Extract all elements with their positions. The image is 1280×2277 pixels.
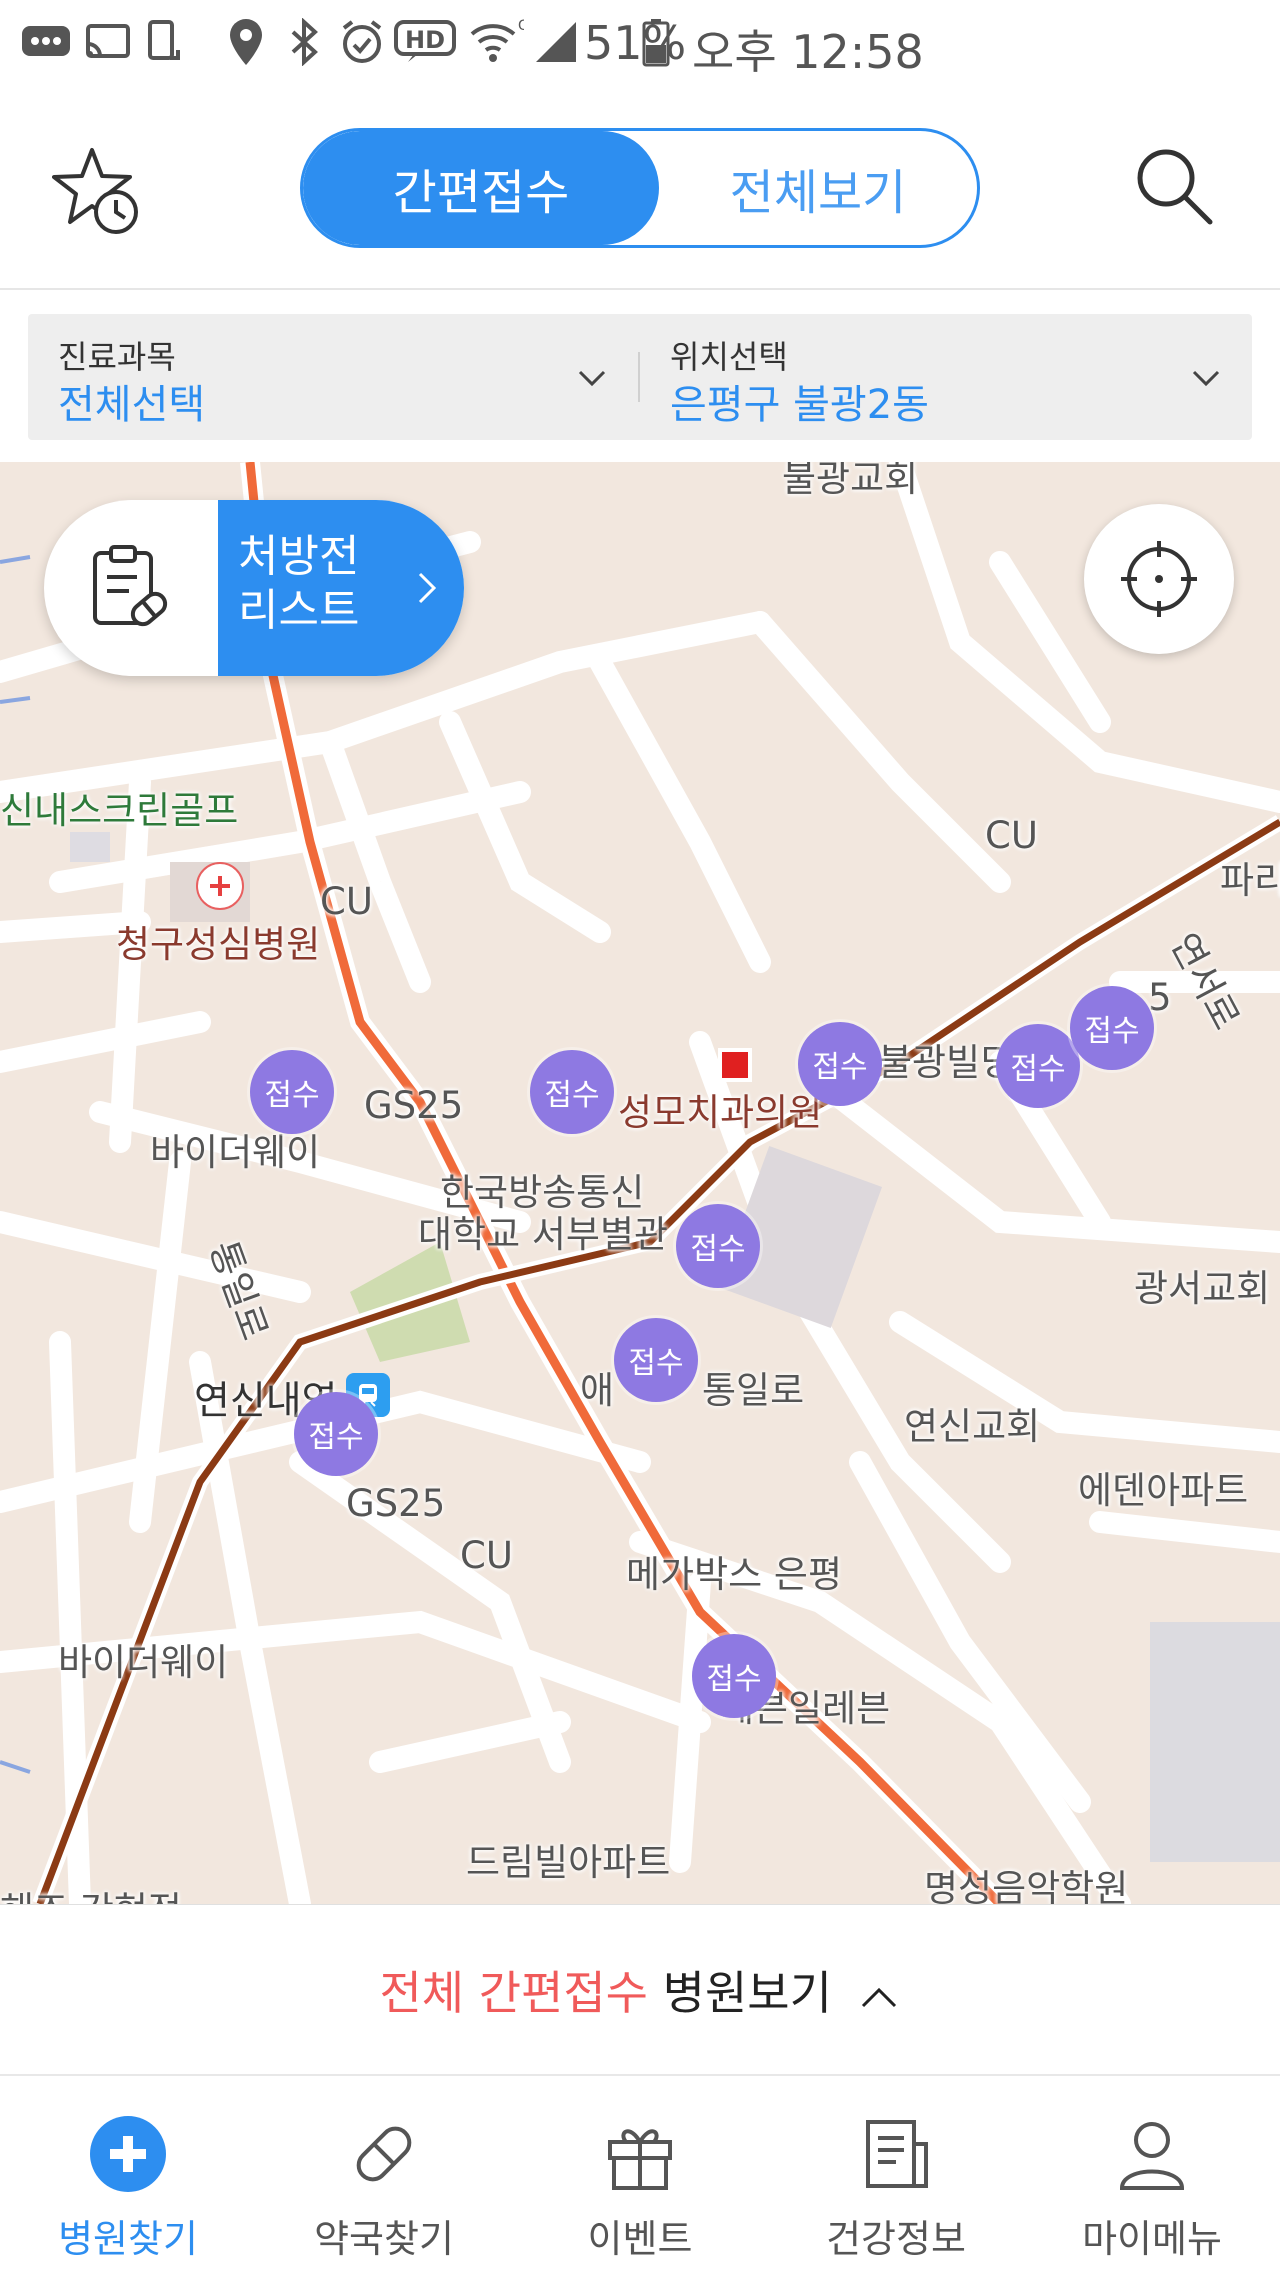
map-label: 불광교회 [782,462,919,500]
nav-pharmacy-search[interactable]: 약국찾기 [256,2076,512,2277]
nav-label: 이벤트 [587,2217,693,2261]
location-filter[interactable]: 위치선택 은평구 불광2동 [640,314,1252,440]
map-label: 청구성심병원 [116,923,321,966]
nav-health-info[interactable]: 건강정보 [768,2076,1024,2277]
nav-label: 마이메뉴 [1082,2217,1222,2261]
prescription-list-button[interactable]: 처방전 리스트 [44,500,464,676]
tab-view-all[interactable]: 전체보기 [659,131,977,245]
nav-hospital-search[interactable]: 병원찾기 [0,2076,256,2277]
map-label: 메가박스 은평 [626,1553,843,1596]
map-label: CU [460,1534,513,1577]
map-label: GS25 [346,1482,446,1525]
nav-label: 약국찾기 [314,2217,454,2261]
prescription-icon [44,500,218,676]
top-bar: 간편접수 전체보기 [0,92,1280,290]
hospital-cross-icon [88,2114,168,2194]
map-label: GS25 [364,1084,464,1127]
alarm-icon [334,14,390,70]
tab-quick-reception[interactable]: 간편접수 [303,131,659,245]
reception-pin[interactable]: 접수 [1070,986,1154,1070]
map-label: 파리 [1220,859,1280,902]
hd-icon: HD [394,14,456,70]
reception-pin[interactable]: 접수 [530,1050,614,1134]
map-label: 성모치과의원 [618,1091,823,1134]
search-button[interactable] [1130,142,1220,232]
nav-label: 건강정보 [826,2217,966,2261]
clock: 오후 12:58 [692,25,924,79]
screen-rotate-icon [136,14,192,70]
bluetooth-icon [276,14,332,70]
chevron-right-icon [418,572,437,604]
map-label: CU [985,814,1038,857]
reception-pin[interactable]: 접수 [614,1318,698,1402]
reception-pin[interactable]: 접수 [294,1392,378,1476]
subject-filter[interactable]: 진료과목 전체선택 [28,314,638,440]
document-icon [856,2114,936,2194]
sheet-title: 전체 간편접수 병원보기 [0,1957,1280,2023]
nav-my-menu[interactable]: 마이메뉴 [1024,2076,1280,2277]
subject-filter-value: 전체선택 [58,382,206,428]
map-label: 바이더웨이 [58,1641,229,1684]
map-label: 신내스크린골프 [0,789,239,832]
filter-bar: 진료과목 전체선택 위치선택 은평구 불광2동 [28,314,1252,440]
map-label: CU [320,880,373,923]
reception-pin[interactable]: 접수 [676,1204,760,1288]
chevron-up-icon [861,1987,896,2007]
battery-icon [636,14,676,70]
sheet-title-highlight: 전체 간편접수 [379,1966,648,2020]
chevron-down-icon [572,358,612,398]
hospital-list-sheet[interactable]: 전체 간편접수 병원보기 [0,1904,1280,2073]
location-icon [218,14,274,70]
reception-pin[interactable]: 접수 [250,1050,334,1134]
gift-icon [600,2114,680,2194]
cast-icon [80,14,136,70]
map-label: 5 [1148,976,1172,1019]
map-label: 드림빌아파트 [466,1841,671,1884]
map-label: 불광빌딩 [878,1041,1015,1084]
reception-pin[interactable]: 접수 [798,1022,882,1106]
crosshair-icon [1121,541,1197,617]
reception-pin[interactable]: 접수 [692,1634,776,1718]
nav-event[interactable]: 이벤트 [512,2076,768,2277]
sheet-title-rest: 병원보기 [662,1966,832,2020]
favorite-history-button[interactable] [52,142,148,238]
my-location-button[interactable] [1084,504,1234,654]
map-view[interactable]: 불광교회 신내스크린골프 청구성심병원 CU CU CU 파리 GS25 GS2… [0,462,1280,1904]
map-label: 통일로 [702,1369,805,1412]
pill-icon [344,2114,424,2194]
map-label: 에덴아파트 [1078,1469,1249,1512]
hospital-icon [196,862,244,910]
map-label: 광서교회 [1134,1267,1271,1310]
reception-toggle: 간편접수 전체보기 [300,128,980,248]
prescription-label: 처방전 리스트 [238,531,360,636]
chevron-down-icon [1186,358,1226,398]
wifi-icon: G [466,14,526,70]
bottom-navigation: 병원찾기 약국찾기 이벤트 건강정보 마이메뉴 [0,2074,1280,2277]
chat-icon [18,14,74,70]
svg-text:G: G [518,18,524,34]
nav-label: 병원찾기 [58,2217,198,2261]
search-icon [1137,149,1213,225]
person-icon [1112,2114,1192,2194]
signal-icon [528,14,584,70]
map-label: 명성음악학원 [924,1867,1129,1904]
map-label: 대학교 서부별관 [418,1213,669,1256]
svg-text:HD: HD [405,26,445,54]
map-label: 해조 간현적 [0,1880,182,1904]
status-bar: HD G 51% 오후 12:58 [0,0,1280,92]
location-filter-value: 은평구 불광2동 [670,382,929,428]
map-label: 애 [580,1369,615,1412]
reception-pin[interactable]: 접수 [996,1024,1080,1108]
prescription-label-area: 처방전 리스트 [218,500,464,676]
clinic-icon [718,1048,752,1082]
map-label: 연신교회 [904,1405,1041,1448]
star-clock-icon [52,148,138,234]
